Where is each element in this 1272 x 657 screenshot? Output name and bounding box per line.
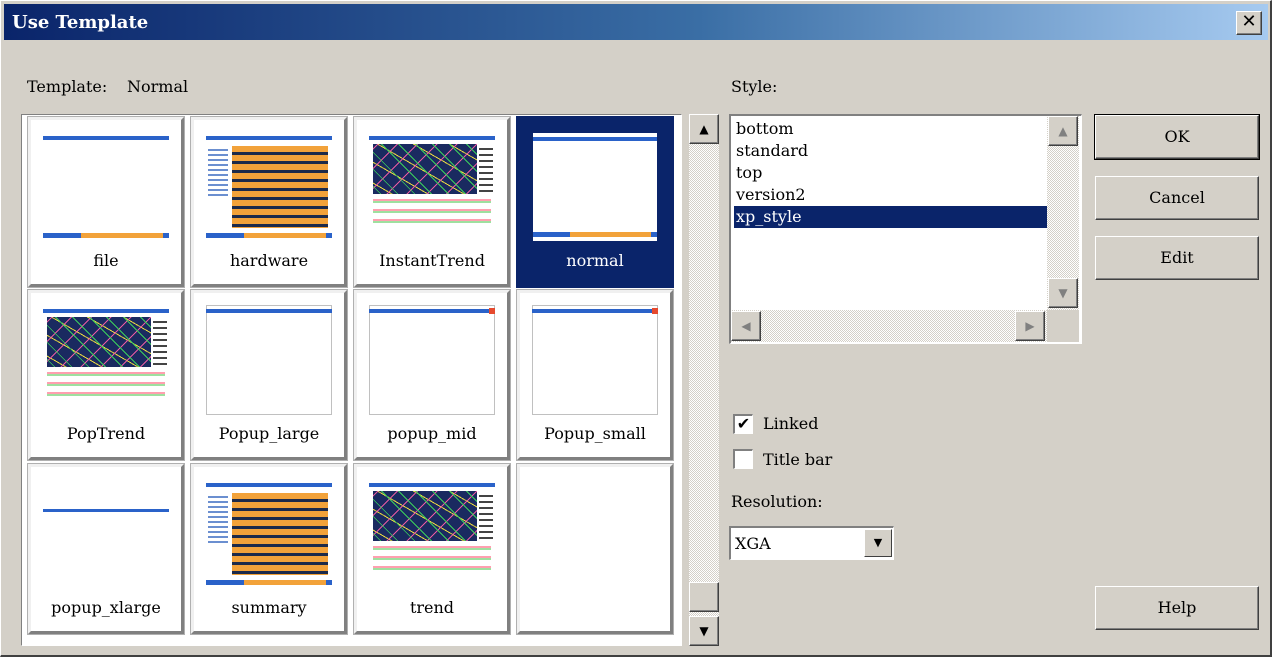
scroll-corner	[1047, 310, 1079, 342]
template-name: trend	[409, 598, 455, 617]
template-tile-popup-large[interactable]: Popup_large	[190, 289, 348, 461]
template-thumbnail	[532, 305, 658, 415]
template-thumbnail	[369, 305, 495, 415]
style-item-top[interactable]: top	[734, 162, 1048, 184]
template-name: popup_xlarge	[51, 598, 161, 617]
style-item-xp-style[interactable]: xp_style	[734, 206, 1048, 228]
template-grid-scrollbar[interactable]: ▲ ▼	[689, 114, 719, 646]
arrow-up-icon: ▲	[1058, 124, 1068, 138]
template-tile-summary[interactable]: summary	[190, 463, 348, 635]
template-tile-hardware[interactable]: hardware	[190, 116, 348, 288]
help-button[interactable]: Help	[1095, 586, 1259, 630]
template-value: Normal	[127, 77, 189, 96]
arrow-right-icon: ▶	[1025, 319, 1035, 333]
linked-checkbox[interactable]: ✔	[733, 414, 753, 434]
template-name: Popup_small	[544, 424, 646, 443]
template-thumbnail	[532, 132, 658, 242]
arrow-left-icon: ◀	[741, 319, 751, 333]
style-scroll-right-button[interactable]: ▶	[1015, 311, 1045, 341]
chevron-down-icon: ▼	[873, 536, 883, 549]
template-name: InstantTrend	[379, 251, 485, 270]
arrow-down-icon: ▼	[699, 624, 709, 638]
template-thumbnail	[206, 132, 332, 242]
title-bar: Use Template ✕	[4, 4, 1268, 40]
template-tile-empty	[516, 463, 674, 635]
use-template-dialog: Use Template ✕ Template: Normal file hard…	[0, 0, 1272, 657]
style-item-version2[interactable]: version2	[734, 184, 1048, 206]
style-list-vscrollbar[interactable]: ▲ ▼	[1047, 116, 1079, 310]
style-scroll-down-button[interactable]: ▼	[1048, 278, 1078, 308]
resolution-label: Resolution:	[731, 492, 823, 511]
scroll-thumb[interactable]	[689, 582, 719, 612]
style-scroll-left-button[interactable]: ◀	[731, 311, 761, 341]
close-icon: ✕	[1241, 11, 1257, 32]
style-item-bottom[interactable]: bottom	[734, 118, 1048, 140]
cancel-button[interactable]: Cancel	[1095, 176, 1259, 220]
template-tile-popup-small[interactable]: Popup_small	[516, 289, 674, 461]
template-name: Popup_large	[218, 424, 320, 443]
resolution-value: XGA	[735, 534, 771, 553]
template-grid: file hardware InstantTrend normal PopTrend Po…	[21, 114, 682, 646]
template-name: file	[93, 251, 119, 270]
arrow-down-icon: ▼	[1058, 286, 1068, 300]
template-name: hardware	[229, 251, 309, 270]
resolution-dropdown-button[interactable]: ▼	[864, 529, 892, 557]
template-tile-trend[interactable]: trend	[353, 463, 511, 635]
template-thumbnail	[206, 305, 332, 415]
template-tile-instanttrend[interactable]: InstantTrend	[353, 116, 511, 288]
template-name: summary	[231, 598, 307, 617]
close-button[interactable]: ✕	[1236, 11, 1262, 35]
edit-button[interactable]: Edit	[1095, 236, 1259, 280]
style-label: Style:	[731, 77, 778, 96]
title-bar-checkbox[interactable]	[733, 449, 753, 469]
title-bar-label[interactable]: Title bar	[763, 450, 832, 469]
linked-label[interactable]: Linked	[763, 414, 818, 433]
template-thumbnail	[206, 479, 332, 589]
scroll-down-button[interactable]: ▼	[689, 616, 719, 646]
scroll-up-button[interactable]: ▲	[689, 114, 719, 144]
template-thumbnail	[43, 132, 169, 242]
template-tile-file[interactable]: file	[27, 116, 185, 288]
style-scroll-up-button[interactable]: ▲	[1048, 116, 1078, 146]
template-name: normal	[566, 251, 624, 270]
template-tile-normal[interactable]: normal	[516, 116, 674, 288]
style-listbox[interactable]: bottom standard top version2 xp_style ▲ ▼ ◀ …	[729, 114, 1082, 344]
template-thumbnail	[43, 479, 169, 589]
checkmark-icon: ✔	[736, 414, 751, 433]
arrow-up-icon: ▲	[699, 122, 709, 136]
template-tile-poptrend[interactable]: PopTrend	[27, 289, 185, 461]
template-tile-popup-xlarge[interactable]: popup_xlarge	[27, 463, 185, 635]
template-thumbnail	[369, 132, 495, 242]
dialog-title: Use Template	[12, 12, 149, 33]
template-tile-popup-mid[interactable]: popup_mid	[353, 289, 511, 461]
template-thumbnail	[43, 305, 169, 415]
template-thumbnail	[369, 479, 495, 589]
template-name: popup_mid	[387, 424, 477, 443]
style-item-standard[interactable]: standard	[734, 140, 1048, 162]
ok-button[interactable]: OK	[1094, 114, 1260, 160]
template-name: PopTrend	[66, 424, 146, 443]
template-label: Template:	[27, 77, 108, 96]
style-list-hscrollbar[interactable]: ◀ ▶	[731, 310, 1047, 342]
resolution-select[interactable]: XGA ▼	[729, 526, 894, 560]
